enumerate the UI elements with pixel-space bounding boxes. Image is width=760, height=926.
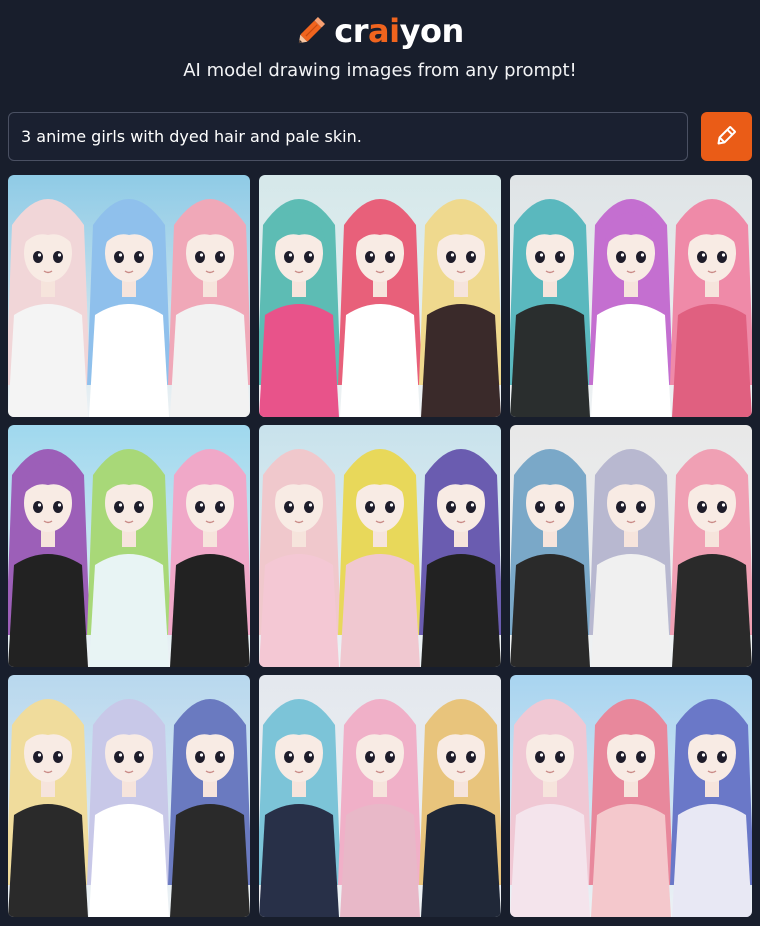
- anime-figure: [510, 699, 592, 917]
- result-image[interactable]: [8, 675, 250, 917]
- anime-figure: [589, 199, 673, 417]
- generated-anime-image: [8, 425, 250, 667]
- results-grid: [8, 175, 752, 917]
- anime-figure: [259, 699, 341, 917]
- prompt-input[interactable]: [8, 112, 688, 161]
- result-image[interactable]: [8, 425, 250, 667]
- anime-figure: [338, 699, 422, 917]
- logo[interactable]: craiyon: [0, 8, 760, 54]
- generated-anime-image: [8, 175, 250, 417]
- generated-anime-image: [510, 425, 752, 667]
- result-image[interactable]: [259, 675, 501, 917]
- pencil-icon: [714, 122, 740, 151]
- anime-figure: [87, 699, 171, 917]
- anime-figure: [419, 199, 501, 417]
- anime-figure: [670, 449, 752, 667]
- logo-suffix: yon: [399, 12, 465, 50]
- generated-anime-image: [259, 675, 501, 917]
- anime-figure: [259, 199, 341, 417]
- generated-anime-image: [8, 675, 250, 917]
- anime-figure: [670, 699, 752, 917]
- result-image[interactable]: [510, 425, 752, 667]
- result-image[interactable]: [259, 175, 501, 417]
- anime-figure: [8, 449, 90, 667]
- anime-figure: [419, 699, 501, 917]
- result-image[interactable]: [510, 175, 752, 417]
- generated-anime-image: [510, 175, 752, 417]
- logo-wordmark: craiyon: [334, 12, 465, 50]
- anime-figure: [87, 199, 171, 417]
- anime-figure: [168, 699, 250, 917]
- result-image[interactable]: [259, 425, 501, 667]
- anime-figure: [259, 449, 341, 667]
- result-image[interactable]: [510, 675, 752, 917]
- anime-figure: [8, 199, 90, 417]
- anime-figure: [670, 199, 752, 417]
- logo-accent: ai: [368, 12, 400, 50]
- anime-figure: [338, 199, 422, 417]
- generated-anime-image: [510, 675, 752, 917]
- anime-figure: [510, 449, 592, 667]
- pencil-icon: [296, 12, 330, 51]
- anime-figure: [338, 449, 422, 667]
- generated-anime-image: [259, 175, 501, 417]
- anime-figure: [87, 449, 171, 667]
- draw-button[interactable]: [701, 112, 752, 161]
- tagline: AI model drawing images from any prompt!: [183, 60, 577, 81]
- anime-figure: [168, 449, 250, 667]
- anime-figure: [419, 449, 501, 667]
- generated-anime-image: [259, 425, 501, 667]
- craiyon-page: craiyon AI model drawing images from any…: [0, 0, 760, 926]
- anime-figure: [589, 449, 673, 667]
- logo-prefix: cr: [334, 12, 369, 50]
- anime-figure: [510, 199, 592, 417]
- anime-figure: [589, 699, 673, 917]
- anime-figure: [8, 699, 90, 917]
- result-image[interactable]: [8, 175, 250, 417]
- anime-figure: [168, 199, 250, 417]
